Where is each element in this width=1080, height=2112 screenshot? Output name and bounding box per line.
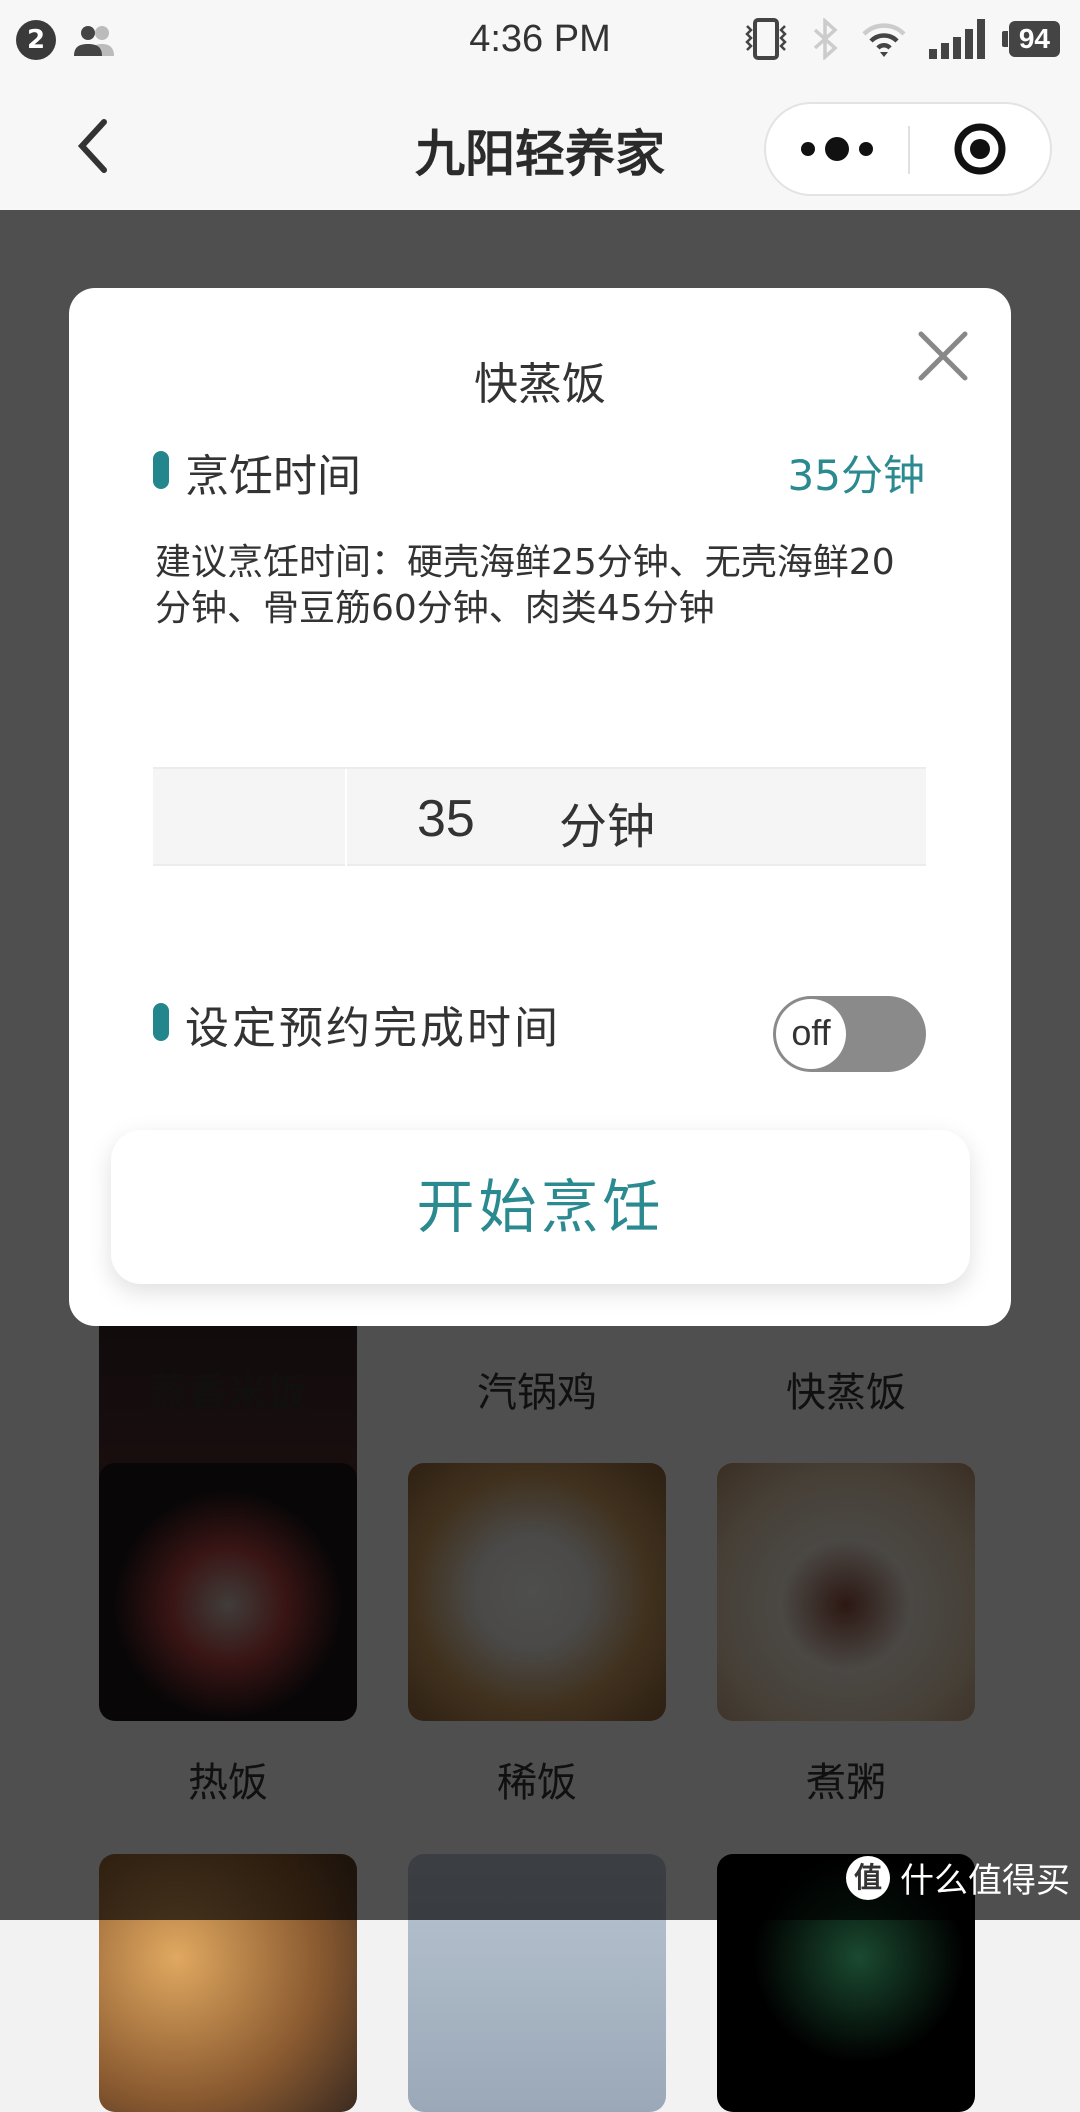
schedule-toggle[interactable]: off [773, 996, 926, 1072]
exit-miniprogram-button[interactable] [910, 104, 1050, 194]
picker-column-divider [345, 769, 347, 866]
picker-value[interactable]: 35 [417, 789, 475, 849]
bluetooth-icon [813, 18, 838, 60]
dialog-title: 快蒸饭 [474, 359, 606, 410]
more-dots-icon-right [859, 142, 873, 156]
cooking-settings-dialog: 快蒸饭 烹饪时间 35分钟 建议烹饪时间：硬壳海鲜25分钟、无壳海鲜20分钟、骨… [69, 288, 1011, 1326]
cooking-time-picker[interactable]: 35 分钟 [153, 767, 926, 866]
wifi-icon [862, 23, 906, 57]
signal-icon [928, 19, 985, 59]
section-marker [153, 1003, 169, 1041]
start-cooking-button[interactable]: 开始烹饪 [111, 1130, 970, 1284]
close-icon[interactable] [915, 328, 971, 384]
cooking-time-label: 烹饪时间 [185, 451, 361, 502]
more-button[interactable] [766, 104, 908, 194]
target-circle-icon [954, 123, 1006, 175]
more-dots-icon [801, 142, 815, 156]
watermark: 值 什么值得买 [846, 1853, 1070, 1902]
navigation-bar: 九阳轻养家 [0, 80, 1080, 210]
picker-unit: 分钟 [559, 799, 656, 855]
vibrate-icon [745, 18, 787, 60]
miniprogram-capsule [764, 102, 1052, 196]
more-dots-icon-center [825, 137, 849, 161]
toggle-knob: off [776, 999, 846, 1069]
schedule-label: 设定预约完成时间 [185, 1003, 561, 1054]
cooking-time-value: 35分钟 [787, 451, 925, 500]
watermark-text: 什么值得买 [900, 1861, 1070, 1901]
section-marker [153, 451, 169, 489]
status-bar: 2 4:36 PM 94 [0, 0, 1080, 80]
battery-icon: 94 [1001, 21, 1060, 57]
suggested-times-text: 建议烹饪时间：硬壳海鲜25分钟、无壳海鲜20分钟、骨豆筋60分钟、肉类45分钟 [155, 542, 895, 629]
watermark-logo-icon: 值 [846, 1855, 890, 1900]
